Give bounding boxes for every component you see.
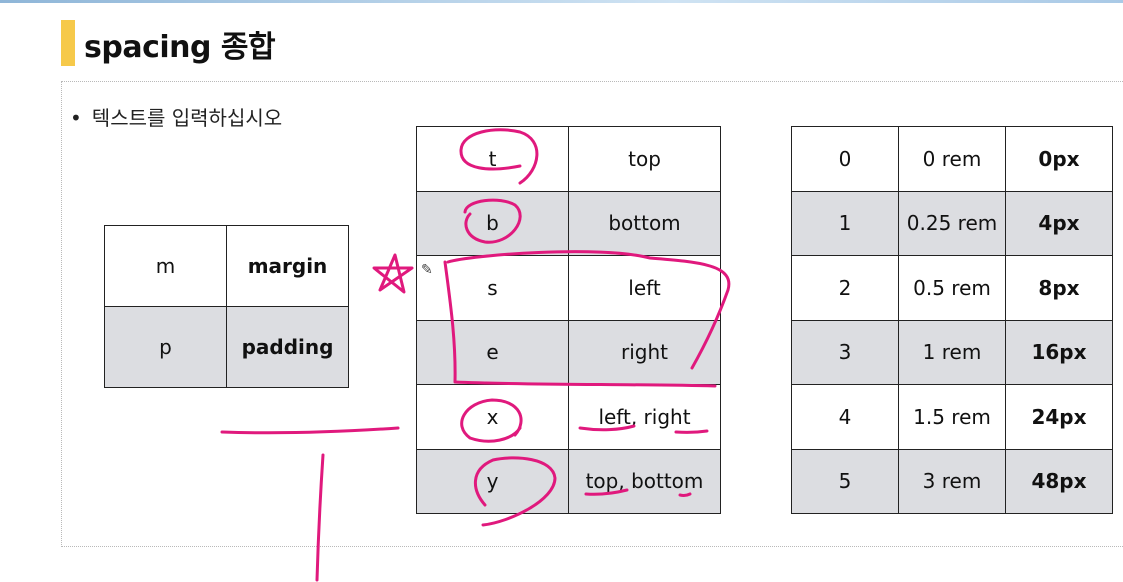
direction-abbr: e (416, 319, 569, 385)
size-rem: 3 rem (898, 448, 1006, 514)
table-row: 0 0 rem 0px (791, 126, 1113, 192)
direction-abbr: x (416, 384, 569, 450)
size-rem: 1 rem (898, 319, 1006, 385)
size-px: 0px (1005, 126, 1113, 192)
direction-abbr: t (416, 126, 569, 192)
direction-name: right (568, 319, 721, 385)
bullet-dot-icon: • (70, 106, 82, 130)
size-key: 4 (791, 384, 899, 450)
direction-name: top (568, 126, 721, 192)
size-rem: 0 rem (898, 126, 1006, 192)
size-key: 0 (791, 126, 899, 192)
direction-table: t top b bottom s left e right x left, ri… (416, 126, 721, 514)
size-rem: 1.5 rem (898, 384, 1006, 450)
size-px: 24px (1005, 384, 1113, 450)
table-row: p padding (104, 306, 349, 388)
property-abbr: p (104, 306, 227, 388)
bullet-text[interactable]: • 텍스트를 입력하십시오 (70, 102, 282, 131)
table-row: m margin (104, 225, 349, 307)
pen-cursor-icon: ✎ (421, 262, 433, 278)
bullet-label: 텍스트를 입력하십시오 (91, 106, 283, 130)
size-px: 8px (1005, 255, 1113, 321)
direction-name: left (568, 255, 721, 321)
direction-abbr: y (416, 448, 569, 514)
size-rem: 0.5 rem (898, 255, 1006, 321)
size-px: 16px (1005, 319, 1113, 385)
table-row: s left (416, 255, 721, 321)
size-key: 5 (791, 448, 899, 514)
table-row: b bottom (416, 190, 721, 256)
property-name: margin (226, 225, 349, 307)
direction-name: left, right (568, 384, 721, 450)
direction-name: bottom (568, 190, 721, 256)
size-px: 4px (1005, 190, 1113, 256)
direction-name: top, bottom (568, 448, 721, 514)
table-row: x left, right (416, 384, 721, 450)
table-row: 4 1.5 rem 24px (791, 384, 1113, 450)
size-rem: 0.25 rem (898, 190, 1006, 256)
size-key: 3 (791, 319, 899, 385)
top-accent-line (0, 0, 1123, 3)
property-name: padding (226, 306, 349, 388)
property-table: m margin p padding (104, 225, 349, 388)
table-row: e right (416, 319, 721, 385)
table-row: 2 0.5 rem 8px (791, 255, 1113, 321)
slide-title: spacing 종합 (84, 30, 276, 65)
table-row: 5 3 rem 48px (791, 448, 1113, 514)
direction-abbr: s (416, 255, 569, 321)
title-accent-bar (61, 20, 75, 66)
size-px: 48px (1005, 448, 1113, 514)
spacing-size-table: 0 0 rem 0px 1 0.25 rem 4px 2 0.5 rem 8px… (791, 126, 1113, 514)
table-row: y top, bottom (416, 448, 721, 514)
size-key: 1 (791, 190, 899, 256)
size-key: 2 (791, 255, 899, 321)
table-row: 1 0.25 rem 4px (791, 190, 1113, 256)
table-row: t top (416, 126, 721, 192)
table-row: 3 1 rem 16px (791, 319, 1113, 385)
property-abbr: m (104, 225, 227, 307)
direction-abbr: b (416, 190, 569, 256)
